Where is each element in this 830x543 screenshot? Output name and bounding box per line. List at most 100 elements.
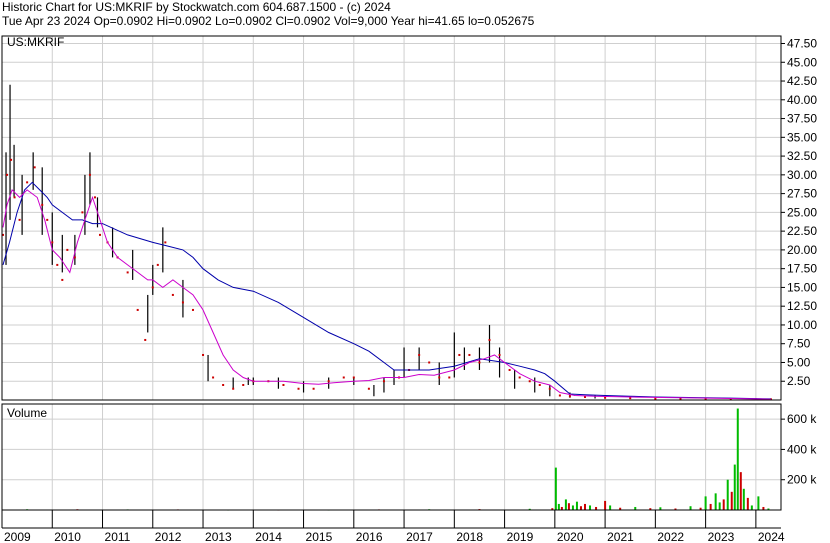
- close-dot: [498, 353, 501, 356]
- price-tick-label: 37.50: [787, 112, 817, 126]
- close-dot: [181, 301, 184, 304]
- year-tick-label: 2024: [758, 530, 785, 543]
- price-tick-label: 47.50: [787, 37, 817, 51]
- volume-bar: [730, 491, 733, 510]
- volume-bar: [718, 502, 721, 510]
- volume-bar: [709, 503, 712, 510]
- volume-frame: [1, 403, 782, 511]
- close-dot: [56, 263, 59, 266]
- close-dot: [18, 218, 21, 221]
- close-dot: [568, 395, 571, 398]
- volume-bar: [604, 500, 607, 510]
- close-dot: [164, 241, 167, 244]
- year-tick-label: 2016: [356, 530, 383, 543]
- volume-tick-label: 200 k: [787, 473, 817, 487]
- price-tick-label: 25.00: [787, 205, 817, 219]
- year-tick-label: 2012: [155, 530, 182, 543]
- volume-bar: [714, 493, 717, 510]
- year-tick-label: 2022: [657, 530, 684, 543]
- year-tick-label: 2021: [607, 530, 634, 543]
- price-tick-label: 5.00: [787, 355, 811, 369]
- year-tick-label: 2018: [456, 530, 483, 543]
- price-tick-label: 22.50: [787, 224, 817, 238]
- volume-tick-label: 400 k: [787, 442, 817, 456]
- price-tick-label: 20.00: [787, 243, 817, 257]
- volume-bar: [589, 505, 592, 510]
- close-dot: [126, 271, 129, 274]
- close-dot: [81, 211, 84, 214]
- close-dot: [342, 376, 345, 379]
- close-dot: [382, 380, 385, 383]
- close-dot: [488, 338, 491, 341]
- price-tick-label: 32.50: [787, 149, 817, 163]
- close-dot: [10, 158, 13, 161]
- close-dot: [171, 293, 174, 296]
- close-dot: [528, 380, 531, 383]
- close-dot: [191, 308, 194, 311]
- close-dot: [51, 241, 54, 244]
- close-dot: [297, 387, 300, 390]
- price-tick-label: 27.50: [787, 187, 817, 201]
- volume-bar: [742, 488, 745, 510]
- volume-bar: [557, 503, 560, 510]
- price-tick-label: 45.00: [787, 55, 817, 69]
- volume-label: Volume: [7, 406, 47, 420]
- close-dot: [458, 353, 461, 356]
- volume-bar: [746, 497, 749, 510]
- close-dot: [26, 181, 29, 184]
- price-tick-label: 30.00: [787, 168, 817, 182]
- chart-frame: [1, 35, 785, 529]
- close-dot: [468, 353, 471, 356]
- volume-bar: [583, 503, 586, 510]
- close-dot: [6, 173, 9, 176]
- volume-bar: [722, 499, 725, 510]
- volume-bar: [704, 496, 707, 510]
- symbol-label: US:MKRIF: [7, 35, 64, 49]
- close-dot: [61, 278, 64, 281]
- close-dot: [151, 286, 154, 289]
- close-dot: [144, 338, 147, 341]
- grid-layer: [1, 36, 781, 510]
- close-dot: [136, 308, 139, 311]
- year-tick-label: 2011: [105, 530, 131, 543]
- close-dot: [242, 383, 245, 386]
- close-dot: [33, 166, 36, 169]
- volume-bar: [736, 408, 739, 510]
- price-tick-label: 7.50: [787, 337, 811, 351]
- close-dot: [478, 361, 481, 364]
- close-dot: [518, 376, 521, 379]
- close-dot: [604, 396, 607, 399]
- volume-bars: [26, 408, 770, 511]
- close-dot: [222, 383, 225, 386]
- year-tick-label: 2009: [4, 530, 31, 543]
- volume-bar: [571, 505, 574, 510]
- year-tick-label: 2010: [54, 530, 81, 543]
- volume-bar: [689, 506, 692, 510]
- year-tick-label: 2020: [557, 530, 584, 543]
- close-dot: [202, 353, 205, 356]
- volume-bar: [579, 506, 582, 510]
- volume-bar: [564, 499, 567, 510]
- close-dot: [282, 383, 285, 386]
- price-bars: [5, 84, 772, 400]
- volume-bar: [757, 496, 760, 510]
- volume-bar: [554, 467, 557, 510]
- year-tick-label: 2023: [708, 530, 735, 543]
- price-tick-label: 17.50: [787, 262, 817, 276]
- volume-tick-label: 600 k: [787, 412, 817, 426]
- close-dot: [41, 203, 44, 206]
- close-dot: [66, 248, 69, 251]
- close-dot: [508, 368, 511, 371]
- volume-bar: [609, 505, 612, 510]
- close-dot: [212, 376, 215, 379]
- close-dot: [327, 380, 330, 383]
- price-tick-label: 42.50: [787, 74, 817, 88]
- close-dot: [93, 196, 96, 199]
- close-dot: [538, 383, 541, 386]
- price-tick-label: 12.50: [787, 299, 817, 313]
- volume-bar: [575, 501, 578, 510]
- year-tick-label: 2013: [205, 530, 232, 543]
- volume-bar: [733, 464, 736, 510]
- volume-bar: [739, 472, 742, 510]
- year-tick-label: 2014: [255, 530, 282, 543]
